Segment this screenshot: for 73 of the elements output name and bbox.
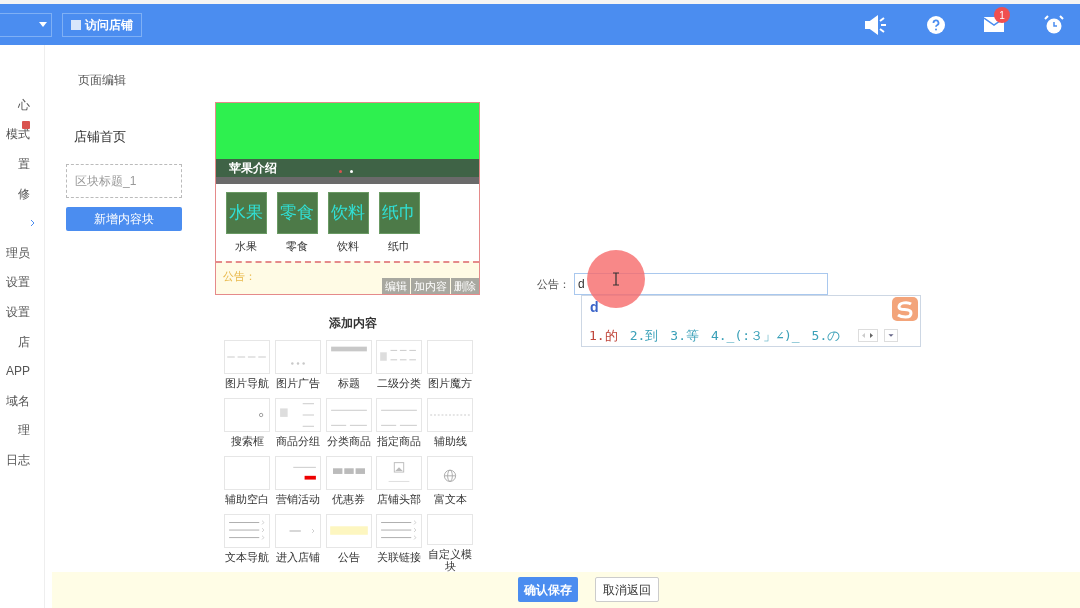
sidebar-item[interactable]: 理 — [0, 415, 44, 446]
module-thumbnail-icon — [376, 397, 423, 432]
module-thumbnail-icon — [274, 397, 321, 432]
module-thumbnail-icon — [224, 339, 270, 374]
module-thumbnail-icon — [224, 513, 270, 548]
notice-label: 公告： — [223, 268, 256, 284]
module-option[interactable]: 自定义模块 — [426, 513, 475, 572]
sidebar-item[interactable]: 设置 — [0, 267, 44, 298]
module-thumbnail-icon — [376, 455, 423, 490]
module-option[interactable]: 辅助空白 — [223, 455, 271, 514]
sidebar-item[interactable]: 理员 — [0, 237, 44, 268]
module-thumbnail-icon — [274, 339, 321, 374]
module-option[interactable]: 文本导航 — [223, 513, 271, 572]
cancel-button[interactable]: 取消返回 — [595, 577, 659, 603]
module-option[interactable]: 关联链接 — [375, 513, 424, 572]
module-option[interactable]: 标题 — [324, 339, 373, 398]
sidebar-item[interactable]: 修 — [0, 178, 44, 209]
module-thumbnail-icon — [325, 397, 372, 432]
module-thumbnail-icon — [274, 513, 321, 548]
page-name: 店铺首页 — [74, 128, 127, 146]
text-cursor-icon — [612, 272, 620, 286]
block-title-field[interactable]: 区块标题_1 — [66, 163, 182, 198]
module-thumbnail-icon — [427, 339, 474, 374]
module-thumbnail-icon — [224, 397, 270, 432]
category-label: 纸巾 — [388, 239, 410, 254]
sidebar-item[interactable]: 日志 — [0, 445, 44, 475]
banner-caption: 苹果介绍 — [229, 160, 277, 177]
module-thumbnail-icon — [325, 513, 372, 548]
category-label: 饮料 — [337, 239, 359, 254]
module-option[interactable]: 图片魔方 — [426, 339, 475, 398]
module-option[interactable]: 营销活动 — [273, 455, 322, 514]
notification-badge: 1 — [994, 7, 1010, 23]
module-thumbnail-icon — [427, 513, 474, 545]
page-title: 页面编辑 — [78, 72, 127, 89]
category-label: 零食 — [286, 239, 308, 254]
ime-composition: d — [590, 298, 600, 317]
sidebar-item[interactable]: 店 — [0, 326, 44, 357]
sidebar-item[interactable]: 设置 — [0, 297, 44, 327]
module-option[interactable]: 店铺头部 — [375, 455, 424, 514]
ime-candidate[interactable]: 1.的 — [589, 326, 618, 346]
module-option[interactable]: 指定商品 — [375, 397, 424, 456]
module-thumbnail-icon — [274, 455, 321, 490]
category-label: 水果 — [235, 239, 257, 254]
module-thumbnail-icon — [325, 455, 372, 490]
notice-field-label: 公告： — [537, 276, 570, 292]
module-thumbnail-icon — [376, 339, 423, 374]
module-option[interactable]: 搜索框 — [223, 397, 271, 456]
page-arrows-icon[interactable] — [858, 329, 879, 343]
alarm-clock-icon[interactable] — [1044, 14, 1064, 35]
module-thumbnail-icon — [224, 455, 270, 490]
sidebar-item[interactable]: APP — [0, 356, 44, 386]
module-thumbnail-icon — [427, 455, 474, 490]
sidebar-item[interactable]: 置 — [0, 149, 44, 179]
module-option[interactable]: 分类商品 — [324, 397, 373, 456]
sidebar-item[interactable]: 模式 — [0, 119, 44, 150]
module-option[interactable]: 图片广告 — [273, 339, 322, 398]
module-thumbnail-icon — [427, 397, 474, 432]
module-thumbnail-icon — [325, 339, 372, 374]
module-option[interactable]: 辅助线 — [426, 397, 475, 456]
module-option[interactable]: 优惠券 — [324, 455, 373, 514]
module-option[interactable]: 富文本 — [426, 455, 475, 514]
module-option[interactable]: 商品分组 — [273, 397, 322, 456]
module-option[interactable]: 公告 — [324, 513, 373, 572]
module-option[interactable]: 进入店铺 — [273, 513, 322, 572]
megaphone-icon[interactable] — [864, 14, 888, 35]
add-content-title: 添加内容 — [328, 314, 378, 332]
caret-icon — [39, 22, 47, 27]
sidebar-item[interactable]: 域名 — [0, 385, 44, 416]
module-option[interactable]: 二级分类 — [375, 339, 424, 398]
module-option[interactable]: 图片导航 — [223, 339, 271, 398]
module-thumbnail-icon — [376, 513, 423, 548]
sidebar-item[interactable]: 心 — [0, 90, 44, 120]
help-icon[interactable] — [926, 14, 946, 35]
